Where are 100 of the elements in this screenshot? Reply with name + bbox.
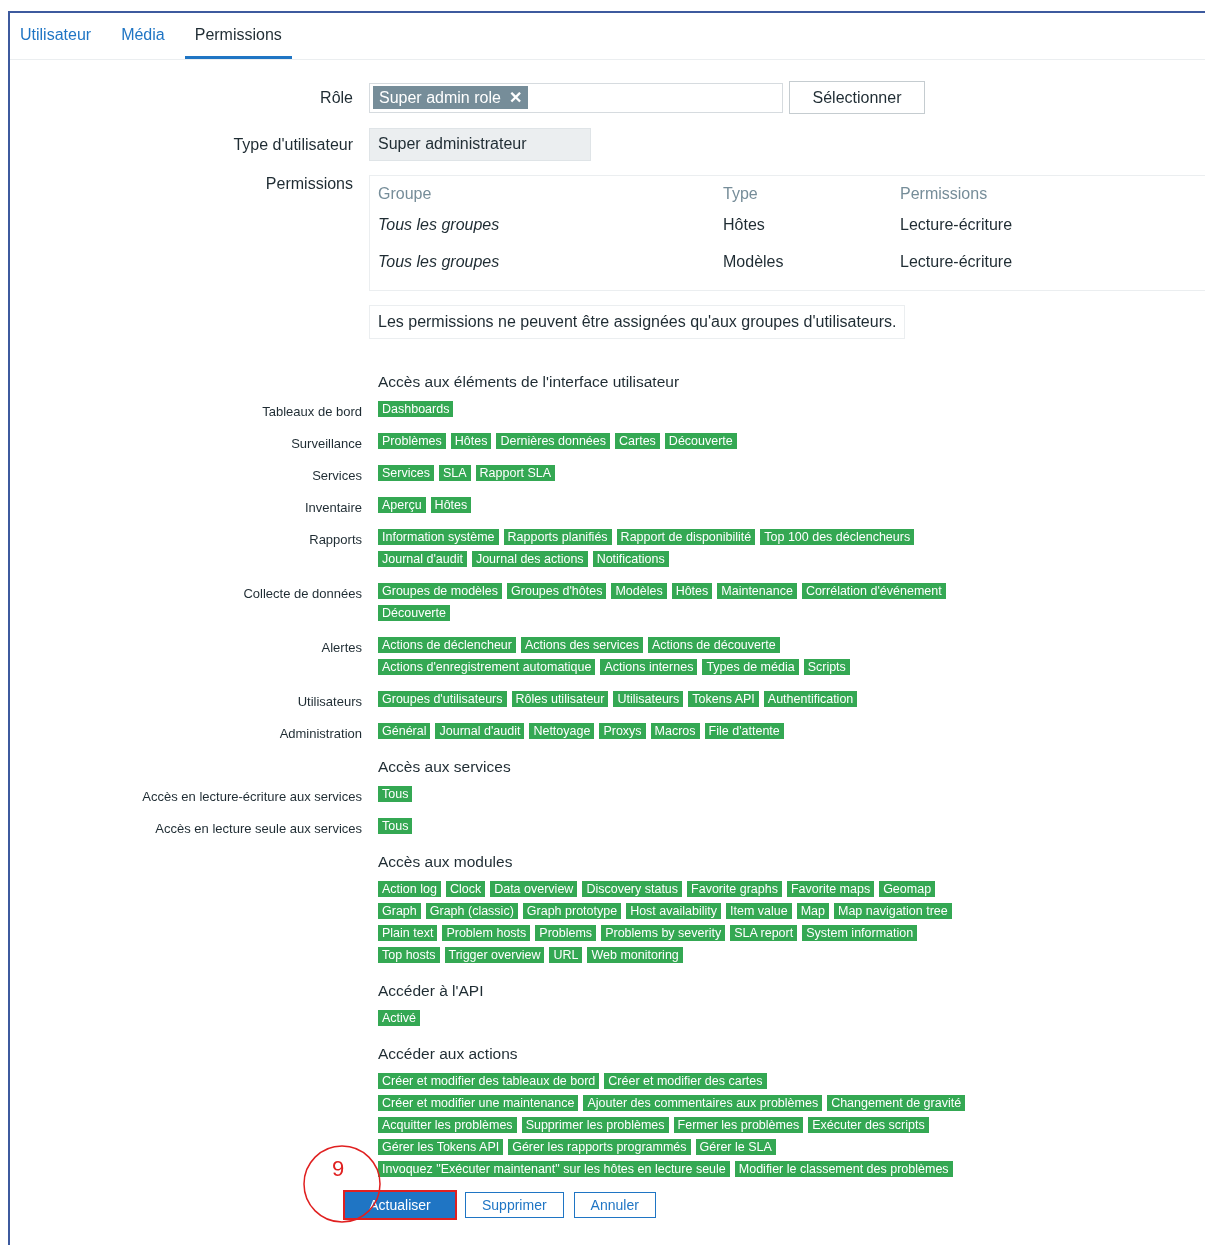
tag: URL: [549, 947, 583, 963]
tag: Supprimer les problèmes: [521, 1117, 669, 1133]
tag: Discovery status: [582, 881, 683, 897]
tag: Invoquez "Exécuter maintenant" sur les hôtes en lecture seule: [378, 1161, 730, 1177]
tag: Tous: [378, 786, 413, 802]
tag: Changement de gravité: [827, 1095, 966, 1111]
tag: Item value: [726, 903, 792, 919]
tag: Actions d'enregistrement automatique: [378, 659, 596, 675]
tag: Actions de découverte: [647, 637, 780, 653]
tag: Information système: [378, 529, 499, 545]
tag: Actions des services: [520, 637, 643, 653]
table-cell-text: Tous les groupes: [378, 215, 501, 234]
tag: Créer et modifier des cartes: [604, 1073, 767, 1089]
section-title: Accès aux modules: [378, 853, 513, 872]
tag: File d'attente: [704, 723, 784, 739]
tag: Découverte: [664, 433, 737, 449]
tag: Authentification: [763, 691, 858, 707]
column-header: Type: [723, 185, 759, 203]
row-label: Collecte de données: [243, 586, 362, 601]
row-label: Administration: [279, 726, 362, 741]
tag: Types de média: [702, 659, 799, 675]
tag: Tokens API: [688, 691, 759, 707]
field-label: Permissions: [264, 175, 354, 193]
tag: Ajouter des commentaires aux problèmes: [583, 1095, 823, 1111]
tag: SLA: [438, 465, 471, 481]
column-header: Groupe: [378, 185, 433, 203]
tag: Groupes de modèles: [378, 583, 503, 599]
tag: Rôles utilisateur: [511, 691, 609, 707]
tag: Problèmes: [378, 433, 446, 449]
section-title: Accéder à l'API: [378, 982, 484, 1001]
tag: Exécuter des scripts: [808, 1117, 929, 1133]
tag: Graph: [378, 903, 421, 919]
tag: Data overview: [490, 881, 578, 897]
tag: Général: [378, 723, 431, 739]
section-title: Accéder aux actions: [378, 1045, 518, 1064]
tag: Hôtes: [430, 497, 472, 513]
tag: Gérer les rapports programmés: [508, 1139, 691, 1155]
tag: Groupes d'hôtes: [507, 583, 607, 599]
tag: Gérer les Tokens API: [378, 1139, 504, 1155]
tag: Scripts: [803, 659, 850, 675]
tag: Aperçu: [378, 497, 426, 513]
table-cell-text: Tous les groupes: [378, 252, 501, 271]
tag: Top 100 des déclencheurs: [760, 529, 915, 545]
tab[interactable]: Utilisateur: [10, 13, 102, 59]
tag: Modifier le classement des problèmes: [734, 1161, 953, 1177]
tag: Favorite graphs: [687, 881, 782, 897]
tag: Geomap: [879, 881, 936, 897]
field-label: Type d'utilisateur: [232, 135, 354, 154]
tag: Hôtes: [450, 433, 492, 449]
tag: Utilisateurs: [613, 691, 684, 707]
tab[interactable]: Permissions: [184, 13, 292, 59]
tag: Acquitter les problèmes: [378, 1117, 517, 1133]
table-cell: Lecture-écriture: [900, 252, 1013, 271]
tag: Groupes d'utilisateurs: [378, 691, 507, 707]
select-button[interactable]: Sélectionner: [789, 81, 925, 114]
info-note: Les permissions ne peuvent être assignées qu'aux groupes d'utilisateurs.: [369, 305, 906, 339]
section-title: Accès aux services: [378, 758, 511, 777]
tag: Host availability: [626, 903, 721, 919]
table-cell-text: Modèles: [723, 252, 785, 271]
tag: Créer et modifier des tableaux de bord: [378, 1073, 600, 1089]
tag: Nettoyage: [529, 723, 595, 739]
column-header: Permissions: [900, 185, 988, 203]
role-field[interactable]: Super admin role ✕: [369, 82, 783, 113]
tag: Découverte: [378, 605, 450, 621]
tag: Actions de déclencheur: [378, 637, 516, 653]
tag: Action log: [378, 881, 441, 897]
section-title: Accès aux éléments de l'interface utilisateur: [378, 373, 680, 392]
tag: Trigger overview: [444, 947, 545, 963]
tag: Problems: [535, 925, 597, 941]
tag: Plain text: [378, 925, 438, 941]
row-label: Accès en lecture seule aux services: [155, 821, 362, 836]
tag: Journal des actions: [471, 551, 588, 567]
tag: Rapport SLA: [475, 465, 556, 481]
table-cell-text: Hôtes: [723, 215, 766, 234]
row-label: Services: [312, 468, 362, 483]
tag: Favorite maps: [786, 881, 875, 897]
tag: Gérer le SLA: [695, 1139, 776, 1155]
row-label: Rapports: [309, 532, 362, 547]
tag: Map navigation tree: [834, 903, 952, 919]
tag: Proxys: [599, 723, 646, 739]
tag: System information: [802, 925, 918, 941]
tag: Top hosts: [378, 947, 440, 963]
role-chip: Super admin role ✕: [373, 86, 529, 109]
tag: Cartes: [615, 433, 660, 449]
row-label: Inventaire: [304, 500, 362, 515]
tag: Map: [796, 903, 829, 919]
row-label: Utilisateurs: [297, 694, 362, 709]
tag: Rapport de disponibilité: [616, 529, 756, 545]
tag: Graph (classic): [425, 903, 518, 919]
tag: Web monitoring: [587, 947, 683, 963]
remove-icon[interactable]: ✕: [509, 89, 523, 106]
tab[interactable]: Média: [111, 13, 175, 59]
tag: Problems by severity: [601, 925, 726, 941]
tag: Rapports planifiés: [503, 529, 612, 545]
tag: Créer et modifier une maintenance: [378, 1095, 579, 1111]
tag: Fermer les problèmes: [673, 1117, 804, 1133]
form-button[interactable]: Supprimer: [465, 1192, 564, 1218]
form-button[interactable]: Annuler: [573, 1192, 656, 1218]
tag: Services: [378, 465, 434, 481]
callout-number: 9: [332, 1156, 345, 1182]
